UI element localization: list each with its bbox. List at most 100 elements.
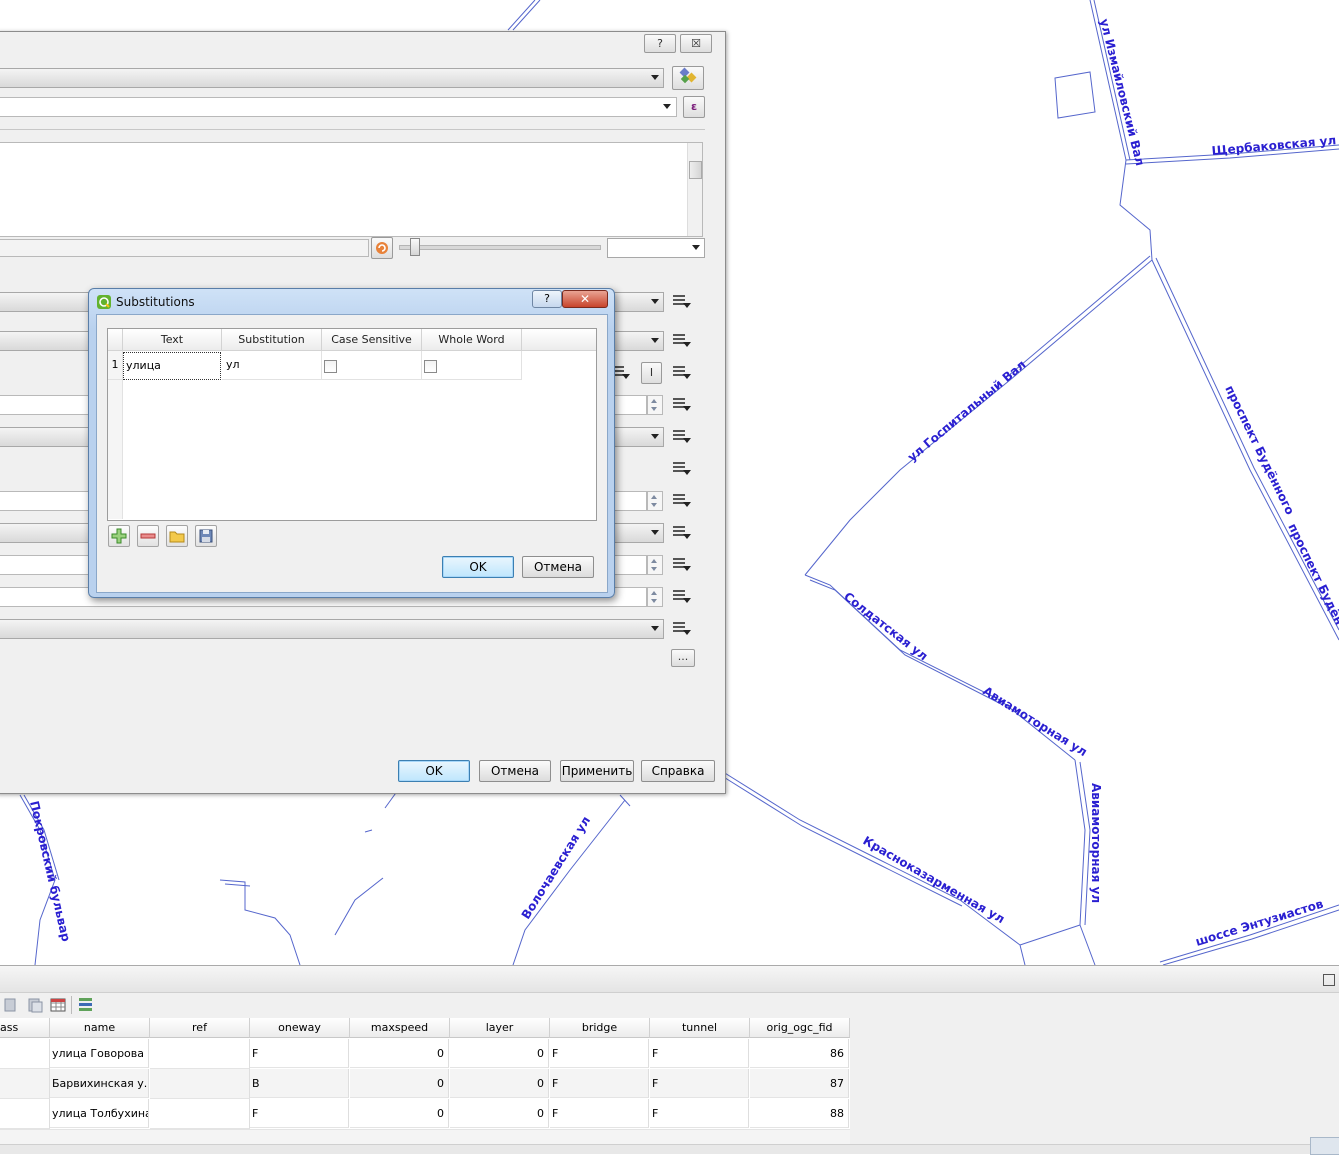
data-defined-button-4[interactable] (670, 395, 692, 413)
load-substitutions-button[interactable] (166, 525, 188, 547)
folder-icon (169, 531, 185, 543)
ok-button[interactable]: OK (398, 760, 470, 782)
cell-ref[interactable] (150, 1039, 250, 1069)
scrollbar-corner (1310, 1137, 1339, 1155)
column-header-text[interactable]: Text (123, 329, 222, 351)
cell-ref[interactable] (150, 1069, 250, 1099)
cancel-button[interactable]: Отмена (522, 556, 594, 578)
table-row-partial (0, 1129, 850, 1145)
data-defined-button-5[interactable] (670, 427, 692, 445)
save-substitutions-button[interactable] (195, 525, 217, 547)
cell-fid[interactable]: 87 (750, 1069, 849, 1098)
style-button[interactable] (672, 66, 704, 90)
cell-oneway[interactable]: F (250, 1099, 349, 1128)
col-header-orig-ogc-fid[interactable]: orig_ogc_fid (750, 1018, 850, 1038)
apply-button[interactable]: Применить (560, 760, 634, 782)
cell-name[interactable]: улица Говорова (50, 1039, 149, 1068)
street-label-aviamotornaya-1: Авиамоторная ул (980, 684, 1089, 760)
cell-layer[interactable]: 0 (450, 1099, 549, 1128)
close-button[interactable]: ☒ (680, 34, 712, 53)
property-spin-1-arrows[interactable] (647, 395, 663, 415)
col-header-class[interactable]: ass (0, 1018, 50, 1038)
data-defined-button-2[interactable] (670, 331, 692, 349)
cell-ref[interactable] (150, 1099, 250, 1129)
cell-layer[interactable]: 0 (450, 1039, 549, 1068)
cell-fid[interactable]: 86 (750, 1039, 849, 1068)
substitutions-table[interactable]: Text Substitution Case Sensitive Whole W… (107, 328, 597, 521)
column-header-substitution[interactable]: Substitution (222, 329, 322, 351)
restore-icon[interactable] (1323, 974, 1335, 986)
cell-tunnel[interactable]: F (650, 1069, 749, 1098)
col-header-maxspeed[interactable]: maxspeed (350, 1018, 450, 1038)
cell-bridge[interactable]: F (550, 1099, 649, 1128)
qgis-app-icon (97, 295, 111, 309)
help-button[interactable]: ? (532, 290, 562, 308)
property-combo-5[interactable] (0, 619, 664, 639)
data-defined-button-7[interactable] (670, 491, 692, 509)
ok-button[interactable]: OK (442, 556, 514, 578)
help-button-bottom[interactable]: Справка (641, 760, 715, 782)
data-defined-button-8[interactable] (670, 523, 692, 541)
field-select-button[interactable]: I (641, 362, 662, 384)
street-label-volochaevskaya: Волочаевская ул (519, 814, 594, 922)
cell-oneway[interactable]: F (250, 1039, 349, 1068)
label-field-combo[interactable] (0, 97, 677, 117)
col-header-tunnel[interactable]: tunnel (650, 1018, 750, 1038)
zoom-slider[interactable] (399, 245, 601, 250)
street-label-pokrovsky: Покровский бульвар (27, 800, 73, 944)
property-spin-4-arrows[interactable] (647, 587, 663, 607)
attribute-table-panel: ass name ref oneway maxspeed layer bridg… (0, 965, 1339, 1155)
cell-fid[interactable]: 88 (750, 1099, 849, 1128)
font-combo[interactable] (0, 68, 664, 88)
zoom-combo[interactable] (607, 238, 705, 258)
street-label-aviamotornaya-2: Авиамоторная ул (1089, 783, 1103, 903)
cell-tunnel[interactable]: F (650, 1039, 749, 1068)
column-header-case-sensitive[interactable]: Case Sensitive (322, 329, 422, 351)
col-header-ref[interactable]: ref (150, 1018, 250, 1038)
reset-preview-button[interactable] (371, 237, 393, 259)
col-header-oneway[interactable]: oneway (250, 1018, 350, 1038)
col-header-layer[interactable]: layer (450, 1018, 550, 1038)
cell-maxspeed[interactable]: 0 (350, 1069, 449, 1098)
row-index: 1 (108, 351, 123, 380)
substitutions-dialog: Substitutions ? ✕ Text Substitution Case… (88, 288, 615, 598)
column-header-whole-word[interactable]: Whole Word (422, 329, 522, 351)
data-defined-button-11[interactable] (670, 619, 692, 637)
col-header-name[interactable]: name (50, 1018, 150, 1038)
preview-text-field[interactable] (0, 239, 369, 257)
close-button[interactable]: ✕ (562, 290, 608, 308)
zoom-slider-handle[interactable] (410, 238, 420, 256)
minus-icon (140, 533, 156, 539)
remove-substitution-button[interactable] (137, 525, 159, 547)
ellipsis-button[interactable]: ... (671, 649, 695, 667)
data-defined-button-3[interactable] (670, 363, 692, 381)
cell-text[interactable]: улица (123, 352, 221, 380)
cell-maxspeed[interactable]: 0 (350, 1039, 449, 1068)
cell-maxspeed[interactable]: 0 (350, 1099, 449, 1128)
help-button[interactable]: ? (644, 34, 676, 53)
cell-bridge[interactable]: F (550, 1039, 649, 1068)
field-calculator-icon[interactable] (78, 996, 94, 1014)
case-sensitive-checkbox[interactable] (324, 360, 337, 373)
cell-tunnel[interactable]: F (650, 1099, 749, 1128)
cell-name[interactable]: улица Толбухина (50, 1099, 149, 1128)
cell-substitution[interactable]: ул (222, 351, 322, 380)
data-defined-button-6[interactable] (670, 459, 692, 477)
cell-layer[interactable]: 0 (450, 1069, 549, 1098)
cell-bridge[interactable]: F (550, 1069, 649, 1098)
expression-button[interactable]: ε (683, 96, 705, 118)
preview-scrollbar[interactable] (687, 143, 702, 236)
street-label-krasnokazarmennaya: Красноказарменная ул (861, 833, 1008, 926)
data-defined-button-9[interactable] (670, 555, 692, 573)
data-defined-button-1[interactable] (670, 292, 692, 310)
cell-name[interactable]: Барвихинская у... (50, 1069, 149, 1098)
data-defined-button-10[interactable] (670, 587, 692, 605)
col-header-bridge[interactable]: bridge (550, 1018, 650, 1038)
add-substitution-button[interactable] (108, 525, 130, 547)
cell-oneway[interactable]: B (250, 1069, 349, 1098)
property-spin-2-arrows[interactable] (647, 491, 663, 511)
horizontal-scrollbar[interactable] (0, 1144, 1339, 1154)
property-spin-3-arrows[interactable] (647, 555, 663, 575)
whole-word-checkbox[interactable] (424, 360, 437, 373)
cancel-button[interactable]: Отмена (479, 760, 551, 782)
